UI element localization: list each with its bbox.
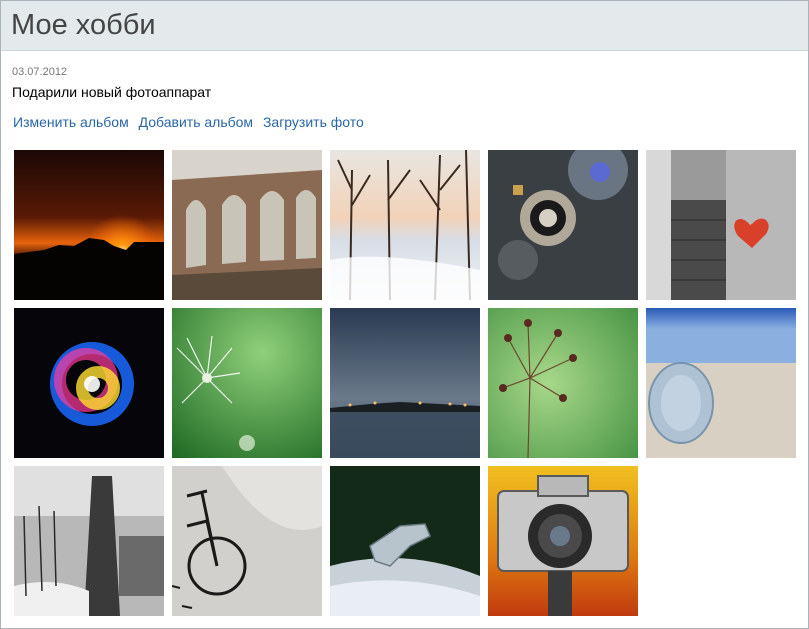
photo-thumbnail[interactable]: [14, 466, 164, 616]
album-description: Подарили новый фотоаппарат: [12, 84, 212, 100]
photo-thumbnail[interactable]: [14, 150, 164, 300]
photo-thumbnail[interactable]: [488, 308, 638, 458]
album-date: 03.07.2012: [12, 66, 68, 78]
photo-thumbnail[interactable]: [172, 150, 322, 300]
photo-thumbnail[interactable]: [330, 308, 480, 458]
photo-thumbnail[interactable]: [488, 466, 638, 616]
light-painting-swirl-image: [14, 308, 164, 458]
dandelion-seeds-image: [172, 308, 322, 458]
photo-thumbnail[interactable]: [172, 466, 322, 616]
bicycle-in-snow-image: [172, 466, 322, 616]
snowy-street-tree-image: [14, 466, 164, 616]
photo-thumbnail[interactable]: [330, 150, 480, 300]
ruined-arches-image: [172, 150, 322, 300]
edit-album-link[interactable]: Изменить альбом: [13, 114, 129, 130]
car-hood-ornament-image: [330, 466, 480, 616]
upload-photo-link[interactable]: Загрузить фото: [263, 114, 364, 130]
dill-flower-macro-image: [488, 308, 638, 458]
photo-thumbnail[interactable]: [646, 308, 796, 458]
page-title: Мое хобби: [11, 9, 156, 41]
album-actions: Изменить альбом Добавить альбом Загрузит…: [13, 114, 370, 130]
album-page: Мое хобби 03.07.2012 Подарили новый фото…: [0, 0, 809, 629]
photo-grid: [14, 150, 796, 616]
photo-thumbnail[interactable]: [330, 466, 480, 616]
photo-thumbnail[interactable]: [172, 308, 322, 458]
add-album-link[interactable]: Добавить альбом: [139, 114, 253, 130]
glass-bottle-on-sand-image: [646, 308, 796, 458]
harbor-night-lights-image: [330, 308, 480, 458]
photo-thumbnail[interactable]: [646, 150, 796, 300]
sunset-silhouette-image: [14, 150, 164, 300]
snowy-forest-image: [330, 150, 480, 300]
camera-lens-macro-image: [488, 150, 638, 300]
photo-thumbnail[interactable]: [14, 308, 164, 458]
photo-thumbnail[interactable]: [488, 150, 638, 300]
heart-on-brick-wall-image: [646, 150, 796, 300]
page-header: Мое хобби: [1, 1, 808, 51]
vintage-camera-image: [488, 466, 638, 616]
